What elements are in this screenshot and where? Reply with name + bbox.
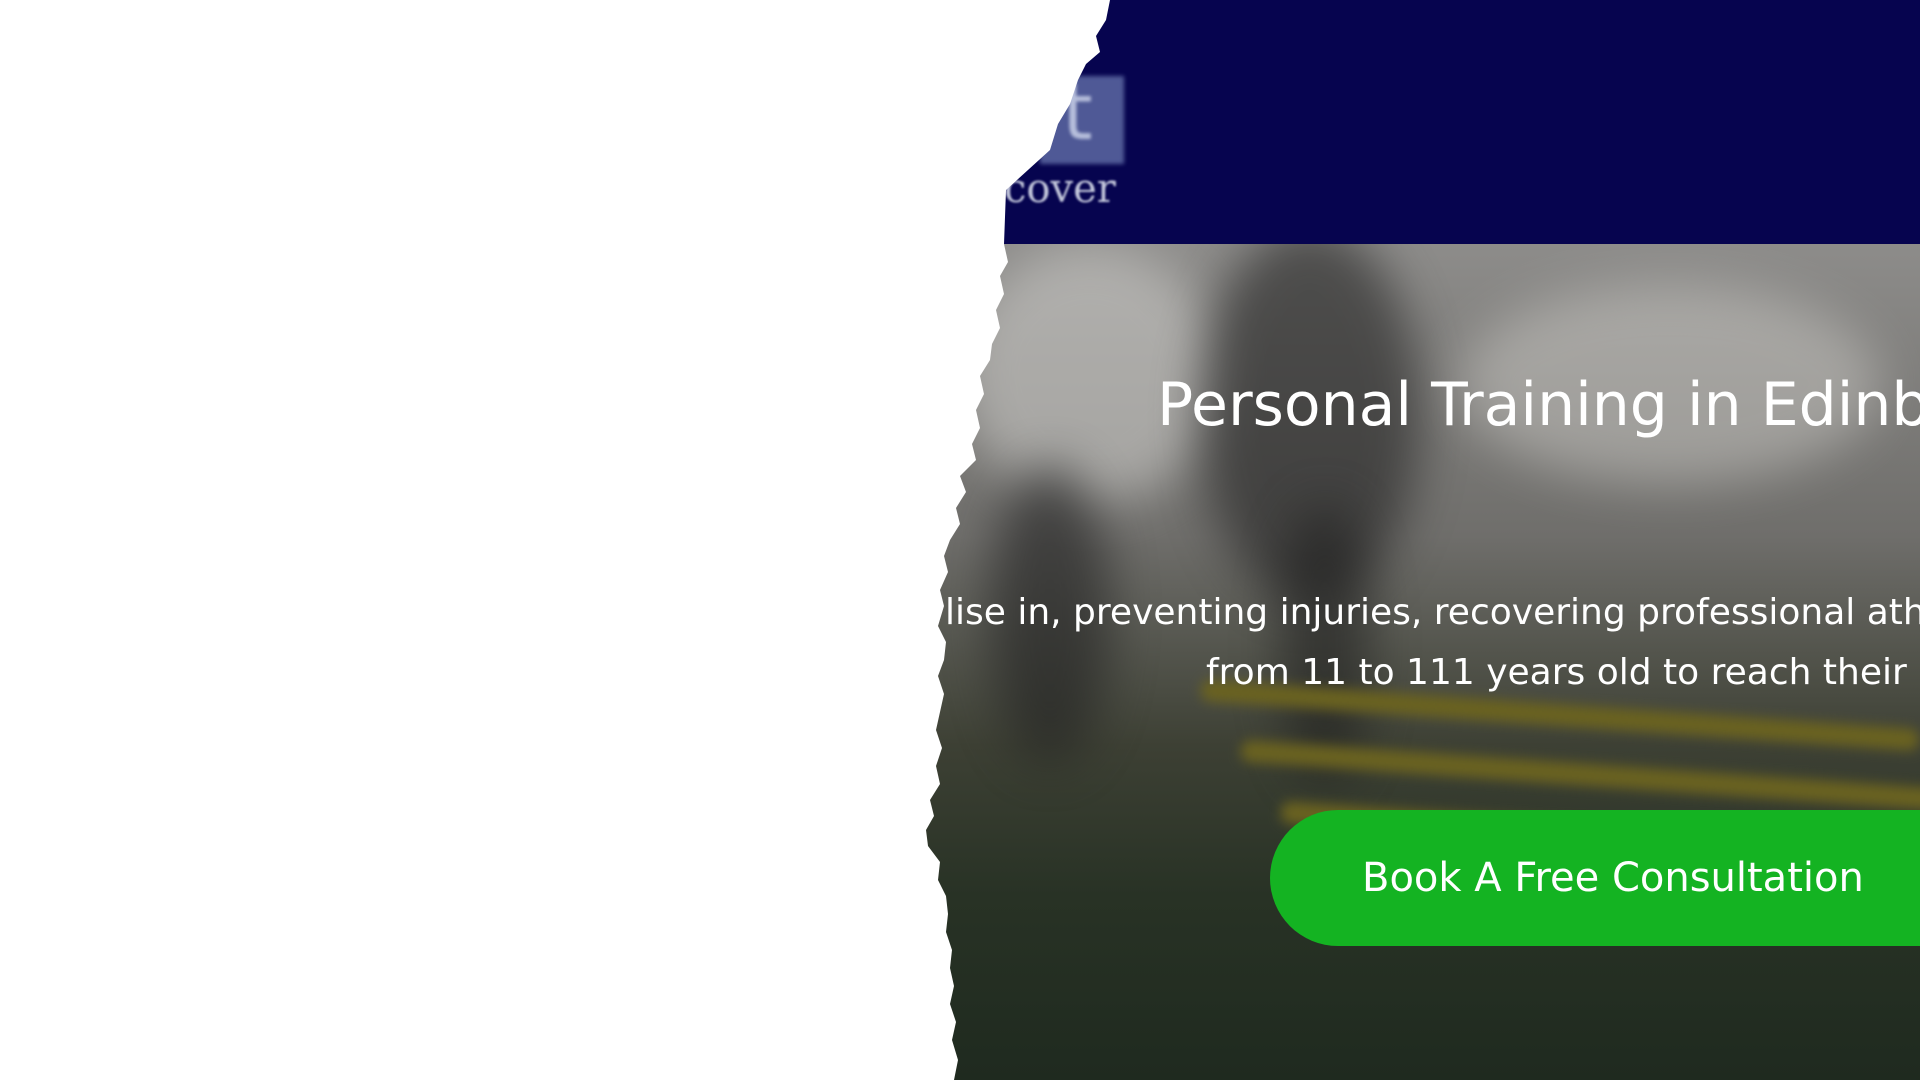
hero-text-line-1: lise in, preventing injuries, recovering…	[945, 592, 1920, 633]
hero-title: Personal Training in Edinbu	[1157, 370, 1920, 440]
site-tagline-fragment: cover	[1004, 166, 1116, 212]
site-logo-fragment: rt	[1030, 68, 1093, 158]
book-consultation-button[interactable]: Book A Free Consultation	[1270, 810, 1920, 946]
website-screenshot: rt cover Personal Training in Edinbu lis…	[0, 0, 1920, 1080]
ladder-stripe-2	[1240, 739, 1920, 811]
hero-text-line-2: from 11 to 111 years old to reach their …	[1206, 652, 1920, 693]
figure-blur-4	[1280, 504, 1370, 784]
